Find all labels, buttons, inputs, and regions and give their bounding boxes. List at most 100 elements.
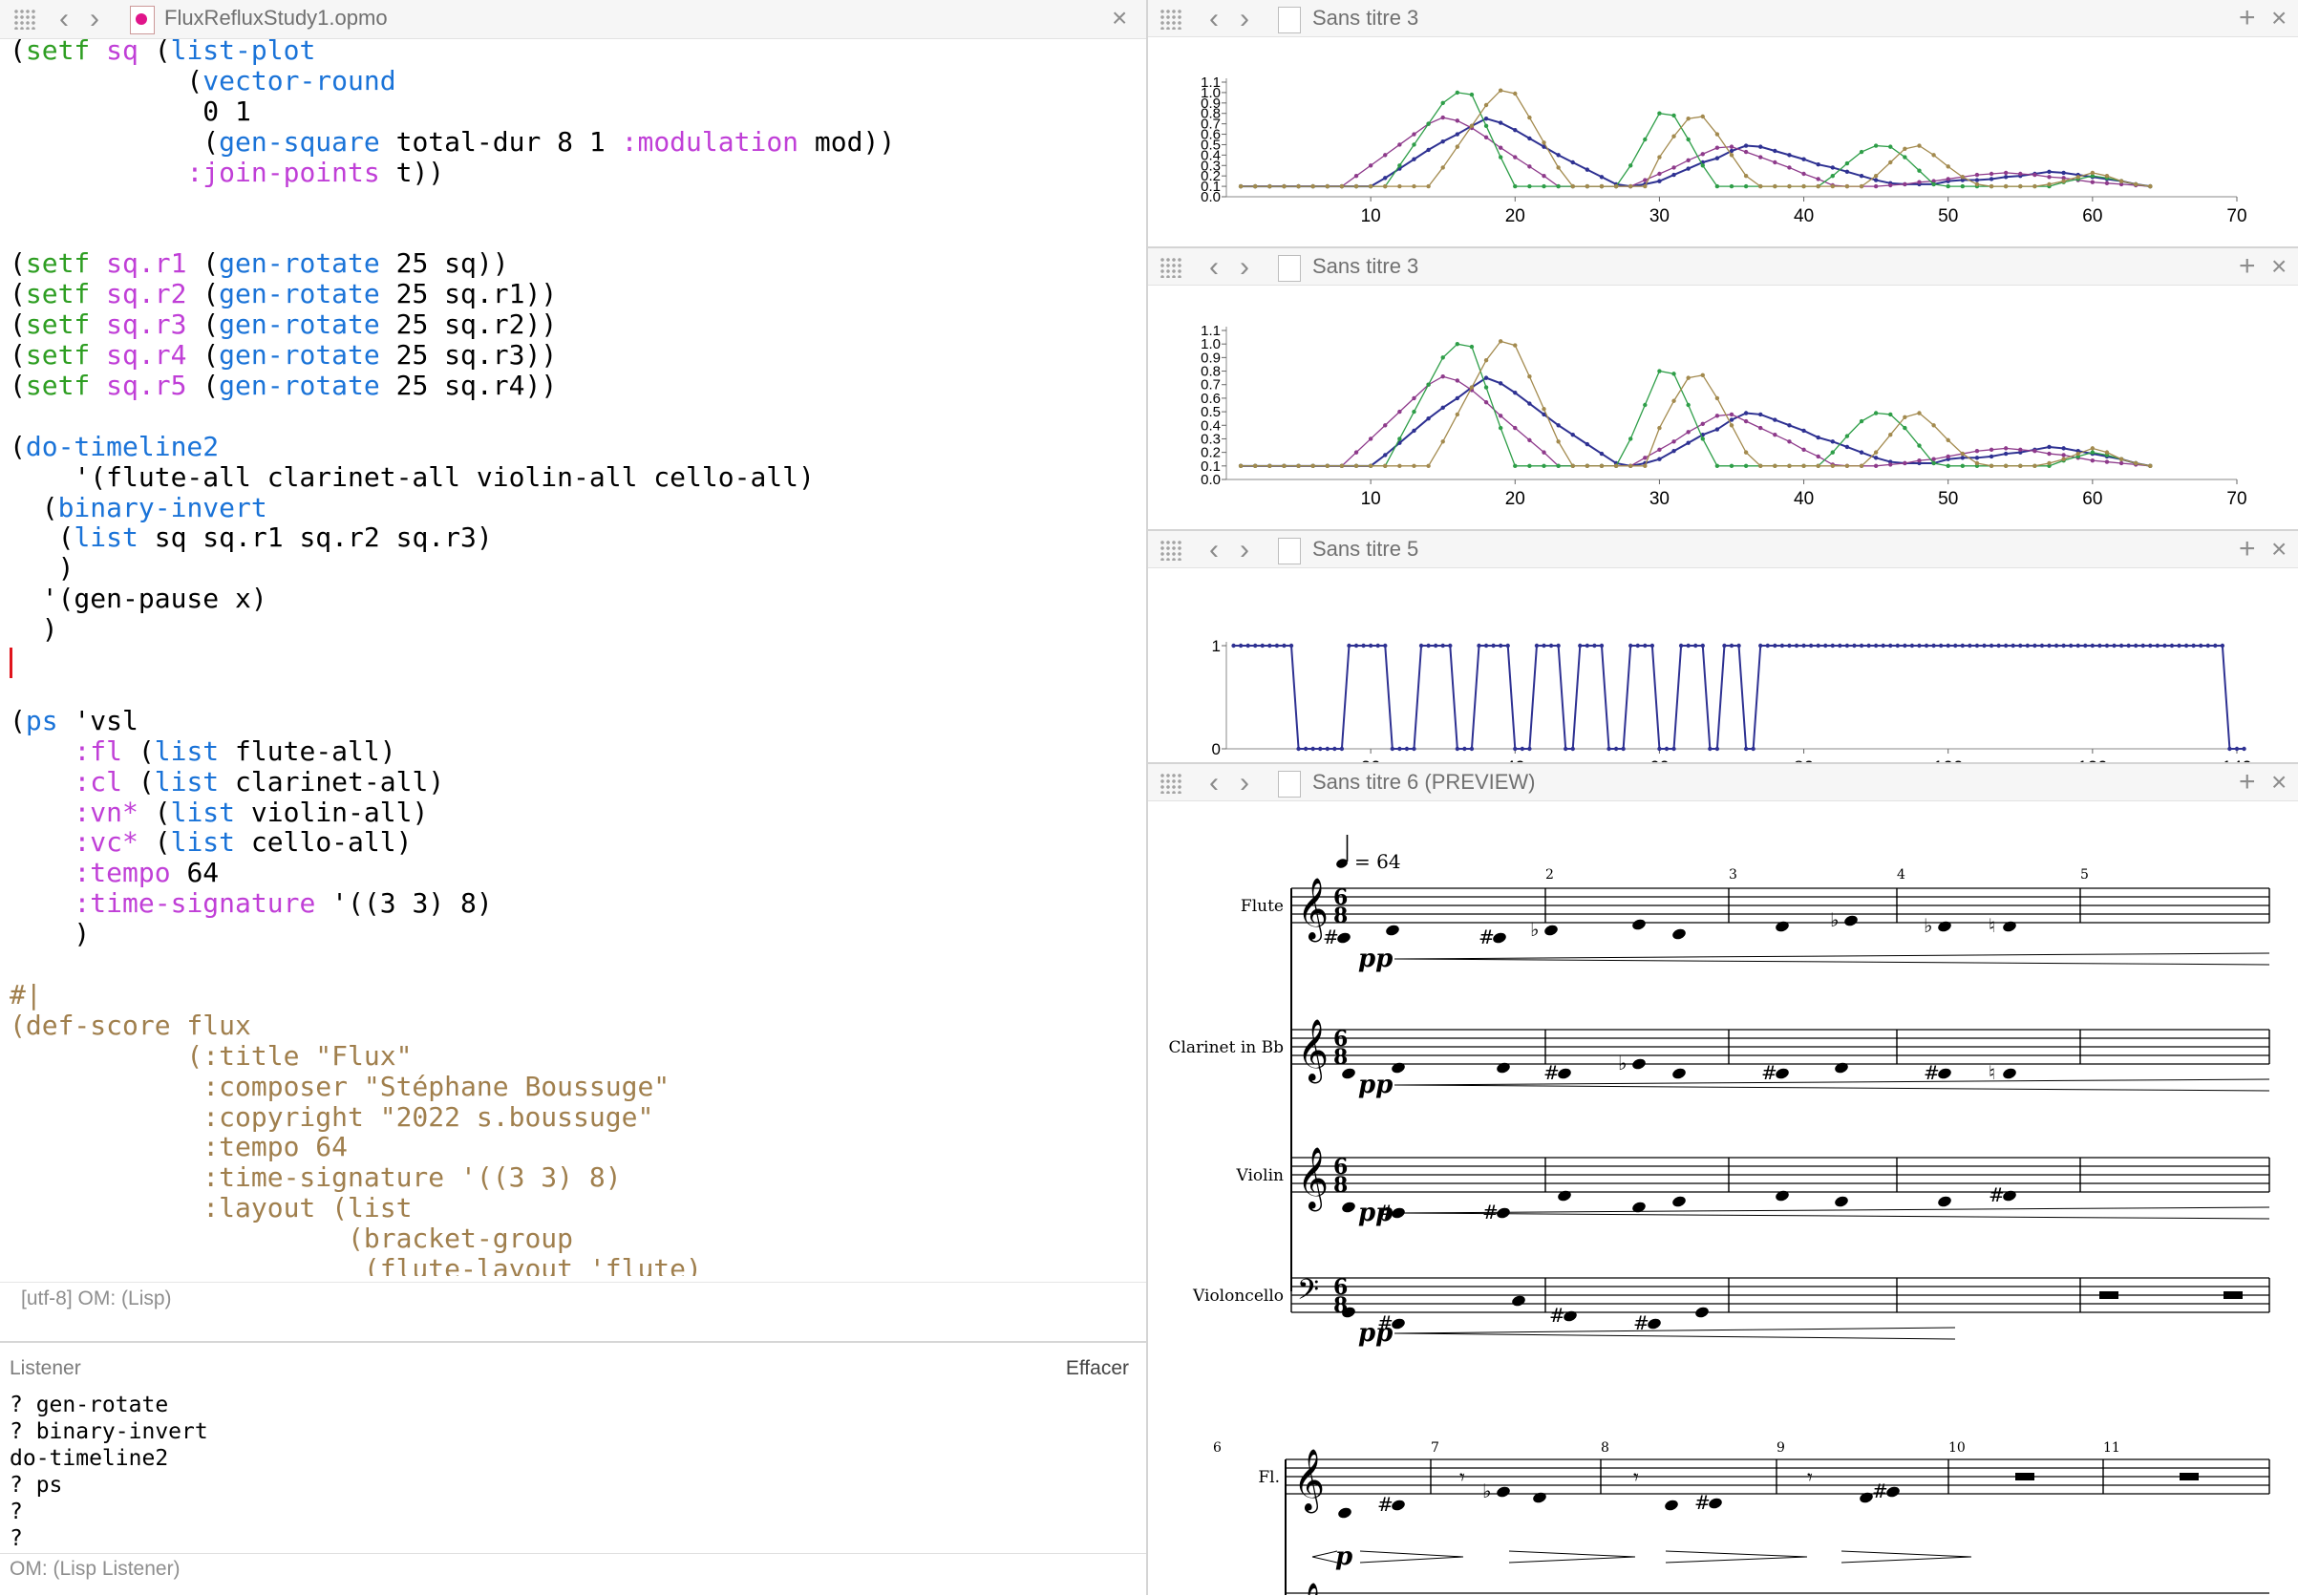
- code-token: (def-score flux: [10, 1009, 251, 1041]
- data-point: [1563, 746, 1568, 752]
- close-icon[interactable]: ×: [2271, 767, 2287, 798]
- data-point: [1245, 643, 1250, 649]
- data-point: [1491, 643, 1496, 649]
- back-chevron-icon[interactable]: ‹: [1209, 250, 1219, 285]
- data-point: [2183, 643, 2189, 649]
- close-icon[interactable]: ×: [2271, 534, 2287, 564]
- data-point: [1542, 450, 1546, 455]
- score-title: Sans titre 6 (PREVIEW): [1312, 770, 1536, 794]
- x-tick-label: 50: [1938, 489, 1958, 509]
- instrument-name: Clarinet in Bb: [1168, 1038, 1284, 1057]
- data-point: [1455, 132, 1460, 137]
- data-point: [1686, 166, 1691, 171]
- data-point: [1801, 157, 1806, 161]
- notehead: [1844, 915, 1858, 926]
- data-point: [2090, 643, 2096, 649]
- hairpin: [1394, 1327, 1956, 1334]
- data-point: [1426, 147, 1431, 153]
- data-point: [2126, 643, 2131, 649]
- data-point: [1903, 643, 1907, 649]
- data-point: [2018, 183, 2023, 189]
- forward-chevron-icon[interactable]: ›: [1240, 533, 1249, 567]
- x-tick-label: 10: [1361, 206, 1381, 226]
- add-icon[interactable]: +: [2239, 766, 2256, 798]
- accidental: ♭: [1530, 918, 1539, 941]
- data-point: [1743, 149, 1749, 155]
- data-point: [2003, 446, 2009, 451]
- close-icon[interactable]: ×: [2271, 3, 2287, 33]
- drag-grip-icon[interactable]: [1160, 773, 1182, 794]
- data-point: [1903, 181, 1907, 187]
- close-icon[interactable]: ×: [2271, 251, 2287, 282]
- data-point: [1238, 643, 1244, 649]
- data-point: [1542, 463, 1546, 469]
- data-point: [1527, 463, 1532, 469]
- data-point: [2199, 643, 2203, 649]
- data-point: [1426, 463, 1431, 469]
- data-point: [1844, 444, 1850, 450]
- back-chevron-icon[interactable]: ‹: [1209, 766, 1219, 800]
- plot-tab-bar: ‹ › Sans titre 3 + ×: [1148, 248, 2298, 286]
- add-icon[interactable]: +: [2239, 2, 2256, 34]
- code-token: clarinet-all): [219, 765, 445, 798]
- data-point: [1353, 183, 1359, 189]
- treble-clef-icon: 𝄞: [1297, 1019, 1329, 1083]
- data-point: [1412, 132, 1416, 137]
- close-icon[interactable]: ×: [1112, 3, 1127, 33]
- data-point: [2090, 170, 2096, 176]
- code-editor[interactable]: (setf sq (list-plot (vector-round 0 1 (g…: [10, 34, 1137, 1276]
- data-point: [2090, 458, 2096, 463]
- data-point: [1483, 116, 1489, 121]
- data-point: [1404, 746, 1410, 752]
- back-chevron-icon[interactable]: ‹: [1209, 2, 1219, 36]
- forward-chevron-icon[interactable]: ›: [1240, 766, 1249, 800]
- data-point: [1542, 183, 1546, 189]
- data-point: [1643, 643, 1648, 649]
- hairpin: [1665, 1550, 1808, 1558]
- data-point: [1570, 160, 1575, 165]
- data-point: [1585, 463, 1590, 469]
- data-point: [1888, 433, 1893, 437]
- forward-chevron-icon[interactable]: ›: [1240, 2, 1249, 36]
- code-line: ): [10, 552, 74, 584]
- data-point: [1483, 102, 1489, 108]
- add-icon[interactable]: +: [2239, 250, 2256, 283]
- data-point: [1787, 463, 1792, 469]
- notehead: [1632, 1202, 1646, 1213]
- accidental: #: [1377, 1493, 1394, 1516]
- code-token: '((3 3) 8): [315, 887, 493, 920]
- drag-grip-icon[interactable]: [13, 9, 36, 30]
- data-point: [1527, 746, 1532, 752]
- code-token: sq.r5: [106, 369, 187, 401]
- code-line: :time-signature '((3 3) 8): [10, 887, 493, 920]
- whole-rest: [2015, 1473, 2034, 1480]
- data-point: [1873, 411, 1879, 415]
- drag-grip-icon[interactable]: [1160, 540, 1182, 561]
- code-line: :tempo 64: [10, 1131, 348, 1162]
- data-point: [1599, 451, 1605, 457]
- accidental: ♭: [1618, 1052, 1627, 1075]
- data-point: [1657, 111, 1662, 116]
- forward-chevron-icon[interactable]: ›: [90, 2, 99, 36]
- data-point: [2104, 450, 2110, 455]
- forward-chevron-icon[interactable]: ›: [1240, 250, 1249, 285]
- code-token: vector-round: [202, 64, 396, 96]
- code-token: :vn*: [74, 796, 138, 828]
- back-chevron-icon[interactable]: ‹: [1209, 533, 1219, 567]
- data-point: [1325, 746, 1330, 752]
- data-point: [1700, 436, 1705, 441]
- data-point: [1974, 449, 1980, 454]
- code-line: 0 1: [10, 96, 251, 127]
- drag-grip-icon[interactable]: [1160, 257, 1182, 278]
- code-line: (ps 'vsl: [10, 705, 138, 736]
- add-icon[interactable]: +: [2239, 533, 2256, 565]
- data-point: [2025, 643, 2031, 649]
- data-point: [1556, 183, 1561, 189]
- back-chevron-icon[interactable]: ‹: [59, 2, 69, 36]
- treble-clef-icon: 𝄞: [1297, 1147, 1329, 1211]
- data-point: [1643, 137, 1648, 142]
- drag-grip-icon[interactable]: [1160, 9, 1182, 30]
- clear-listener-button[interactable]: Effacer: [1066, 1357, 1129, 1380]
